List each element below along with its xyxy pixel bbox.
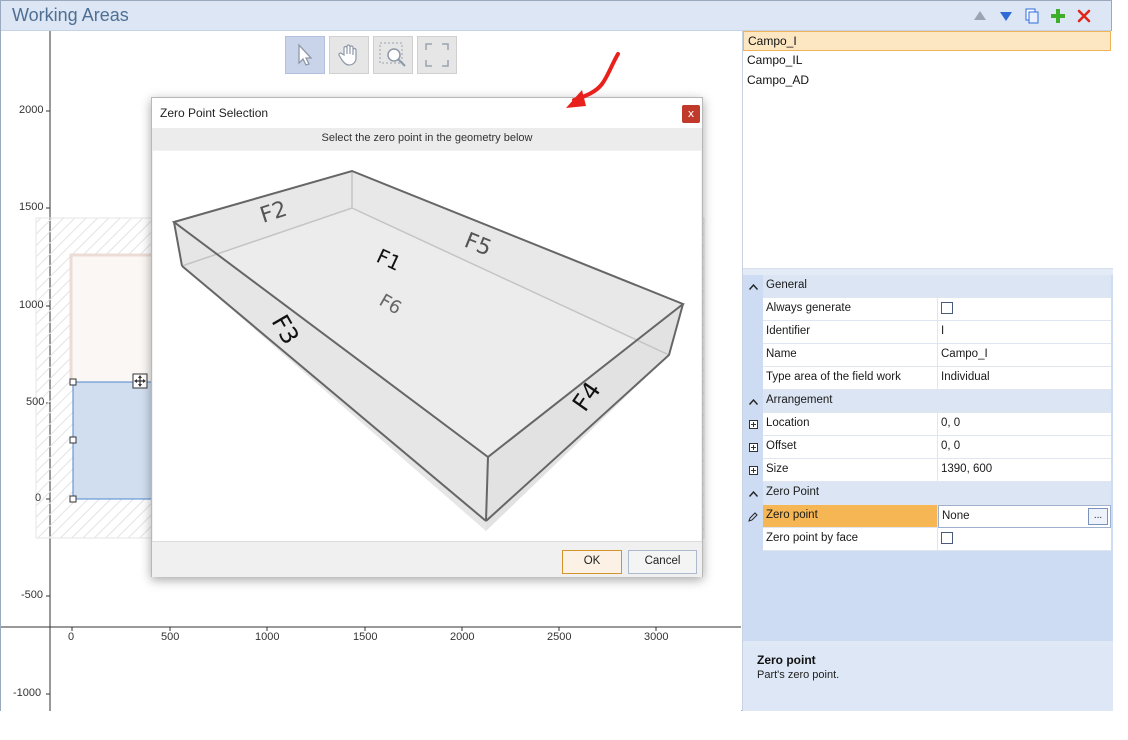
category-label: General bbox=[763, 275, 1111, 298]
collapse-icon[interactable] bbox=[743, 275, 763, 298]
x-tick-label: 3000 bbox=[644, 631, 669, 643]
y-tick-label: 0 bbox=[35, 492, 42, 504]
property-value[interactable] bbox=[938, 528, 1111, 551]
property-grid: General Always generate Identifier I Nam… bbox=[743, 275, 1113, 641]
description-panel: Zero point Part's zero point. bbox=[743, 647, 1113, 711]
category-label: Zero Point bbox=[763, 482, 1111, 505]
property-name: Zero point by face bbox=[763, 528, 938, 551]
property-name: Type area of the field work bbox=[763, 367, 938, 390]
x-tick-label: 2000 bbox=[450, 631, 475, 643]
right-panel: Campo_I Campo_IL Campo_AD General Always… bbox=[742, 31, 1113, 711]
property-row[interactable]: Always generate bbox=[743, 298, 1111, 321]
y-tick-label: 2000 bbox=[19, 104, 44, 116]
property-value[interactable]: I bbox=[938, 321, 1111, 344]
property-value[interactable]: None ... bbox=[938, 505, 1111, 528]
property-row[interactable]: Type area of the field work Individual bbox=[743, 367, 1111, 390]
list-item[interactable]: Campo_AD bbox=[743, 71, 1111, 91]
category-general[interactable]: General bbox=[743, 275, 1111, 298]
ok-button[interactable]: OK bbox=[562, 550, 622, 574]
pencil-icon bbox=[743, 505, 763, 528]
list-item[interactable]: Campo_I bbox=[743, 31, 1111, 51]
property-name: Zero point bbox=[763, 505, 938, 528]
move-up-icon[interactable] bbox=[971, 7, 989, 25]
expand-icon[interactable] bbox=[743, 413, 763, 436]
fit-view-icon[interactable] bbox=[417, 36, 457, 74]
description-text: Part's zero point. bbox=[757, 669, 840, 681]
title-bar: Working Areas bbox=[1, 1, 1111, 31]
property-row-selected[interactable]: Zero point None ... bbox=[743, 505, 1111, 528]
y-tick-label: 500 bbox=[26, 396, 45, 408]
property-row[interactable]: Location 0, 0 bbox=[743, 413, 1111, 436]
property-value[interactable]: Individual bbox=[938, 367, 1111, 390]
category-zero-point[interactable]: Zero Point bbox=[743, 482, 1111, 505]
ellipsis-button[interactable]: ... bbox=[1088, 508, 1108, 525]
copy-icon[interactable] bbox=[1023, 7, 1041, 25]
dialog-footer: OK Cancel bbox=[152, 541, 702, 577]
description-title: Zero point bbox=[757, 653, 816, 667]
add-icon[interactable] bbox=[1049, 7, 1067, 25]
property-row[interactable]: Size 1390, 600 bbox=[743, 459, 1111, 482]
y-tick-label: -1000 bbox=[13, 687, 42, 699]
property-value[interactable] bbox=[938, 298, 1111, 321]
x-tick-label: 2500 bbox=[547, 631, 572, 643]
category-label: Arrangement bbox=[763, 390, 1111, 413]
list-item[interactable]: Campo_IL bbox=[743, 51, 1111, 71]
property-name: Size bbox=[763, 459, 938, 482]
checkbox[interactable] bbox=[941, 302, 953, 314]
zero-point-value: None bbox=[942, 510, 970, 522]
geometry-viewport[interactable]: F2 F1 F5 F6 F3 F4 bbox=[153, 151, 701, 541]
property-name: Always generate bbox=[763, 298, 938, 321]
x-tick-label: 500 bbox=[161, 631, 180, 643]
collapse-icon[interactable] bbox=[743, 390, 763, 413]
property-value[interactable]: 1390, 600 bbox=[938, 459, 1111, 482]
y-tick-label: 1000 bbox=[19, 299, 44, 311]
pointer-tool-icon[interactable] bbox=[285, 36, 325, 74]
expand-icon[interactable] bbox=[743, 459, 763, 482]
property-value[interactable]: Campo_I bbox=[938, 344, 1111, 367]
property-name: Name bbox=[763, 344, 938, 367]
checkbox[interactable] bbox=[941, 532, 953, 544]
category-arrangement[interactable]: Arrangement bbox=[743, 390, 1111, 413]
close-button[interactable]: x bbox=[682, 105, 700, 123]
annotation-arrow-icon bbox=[566, 52, 620, 108]
zero-point-dialog: Zero Point Selection x Select the zero p… bbox=[151, 97, 703, 577]
x-tick-label: 1000 bbox=[255, 631, 280, 643]
title-toolbar bbox=[971, 7, 1093, 25]
property-name: Identifier bbox=[763, 321, 938, 344]
property-value[interactable]: 0, 0 bbox=[938, 436, 1111, 459]
property-row[interactable]: Identifier I bbox=[743, 321, 1111, 344]
view-toolbar bbox=[285, 36, 457, 74]
expand-icon[interactable] bbox=[743, 436, 763, 459]
zoom-tool-icon[interactable] bbox=[373, 36, 413, 74]
property-name: Location bbox=[763, 413, 938, 436]
collapse-icon[interactable] bbox=[743, 482, 763, 505]
property-row[interactable]: Offset 0, 0 bbox=[743, 436, 1111, 459]
property-row[interactable]: Zero point by face bbox=[743, 528, 1111, 551]
cancel-button[interactable]: Cancel bbox=[628, 550, 697, 574]
y-tick-label: 1500 bbox=[19, 201, 44, 213]
move-down-icon[interactable] bbox=[997, 7, 1015, 25]
x-tick-label: 1500 bbox=[353, 631, 378, 643]
delete-icon[interactable] bbox=[1075, 7, 1093, 25]
x-tick-label: 0 bbox=[68, 631, 75, 643]
property-row[interactable]: Name Campo_I bbox=[743, 344, 1111, 367]
working-areas-list: Campo_I Campo_IL Campo_AD bbox=[743, 31, 1113, 269]
window-title: Working Areas bbox=[12, 5, 129, 25]
property-name: Offset bbox=[763, 436, 938, 459]
box-geometry: F2 F1 F5 F6 F3 F4 bbox=[171, 169, 685, 531]
pan-hand-icon[interactable] bbox=[329, 36, 369, 74]
dialog-instruction: Select the zero point in the geometry be… bbox=[152, 128, 702, 150]
y-tick-label: -500 bbox=[21, 589, 44, 601]
property-value[interactable]: 0, 0 bbox=[938, 413, 1111, 436]
